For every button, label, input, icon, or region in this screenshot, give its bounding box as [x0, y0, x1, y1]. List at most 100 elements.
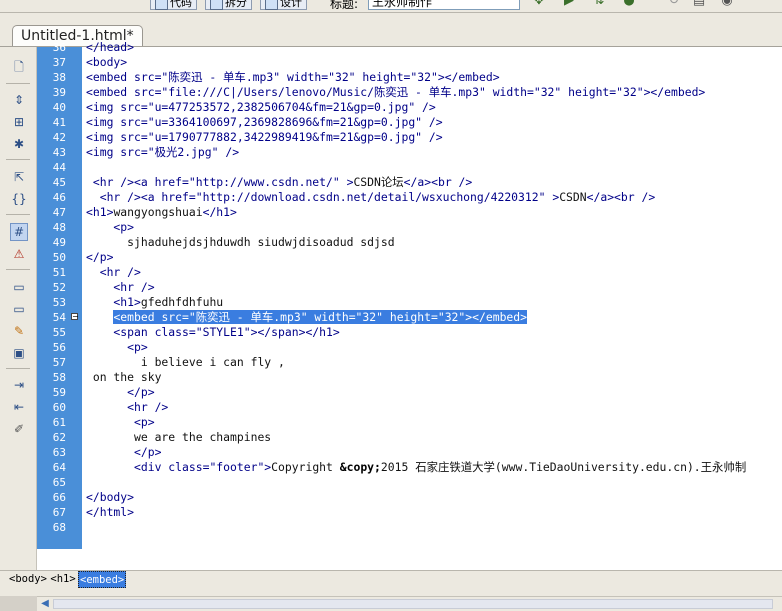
line-number: 67	[52, 506, 66, 519]
code-tag: <embed src="file:///C|/Users/lenovo/Musi…	[86, 85, 706, 99]
code-line[interactable]: <embed src="file:///C|/Users/lenovo/Musi…	[86, 85, 705, 100]
title-input[interactable]: 王永帅制作	[368, 0, 520, 10]
code-tag: <hr />	[86, 400, 169, 414]
code-line[interactable]: <embed src="陈奕迅 - 单车.mp3" width="32" hei…	[86, 310, 527, 325]
split-view-icon	[210, 0, 223, 10]
line-number: 41	[52, 116, 66, 129]
horizontal-scrollbar[interactable]: ◀	[37, 596, 782, 611]
format-source-code-icon[interactable]: ✐	[11, 421, 27, 437]
remove-comment-icon[interactable]: ▭	[11, 301, 27, 317]
code-line[interactable]: <img src="极光2.jpg" />	[86, 145, 239, 160]
code-line[interactable]: </p>	[86, 250, 113, 265]
preview-browser-icon[interactable]: ▶	[560, 0, 578, 8]
code-line[interactable]: </p>	[86, 385, 155, 400]
wrap-tag-icon[interactable]: ✎	[11, 323, 27, 339]
code-editor[interactable]: 🗋 ⇕ ⊞ ✱ ⇱ {} # ⚠ ▭ ▭ ✎ ▣ ⇥ ⇤ ✐ 36 </head>…	[0, 40, 782, 611]
line-number: 46	[52, 191, 66, 204]
code-line[interactable]: <hr /><a href="http://www.csdn.net/" >CS…	[86, 175, 472, 190]
toolbar-divider	[6, 269, 30, 270]
code-line[interactable]: <embed src="陈奕迅 - 单车.mp3" width="32" hei…	[86, 70, 500, 85]
split-view-button[interactable]: 拆分	[205, 0, 252, 10]
line-number: 39	[52, 86, 66, 99]
open-documents-icon[interactable]: 🗋	[11, 59, 27, 75]
code-line[interactable]: <h1>wangyongshuai</h1>	[86, 205, 237, 220]
scrollbar-thumb[interactable]	[53, 599, 773, 609]
collapse-toggle-icon[interactable]: −	[71, 313, 79, 321]
globe-icon[interactable]: ●	[620, 0, 638, 8]
line-number: 51	[52, 266, 66, 279]
code-tag: <hr />	[86, 280, 155, 294]
code-tag: <hr />	[86, 265, 141, 279]
code-tag: </html>	[86, 505, 135, 519]
code-text: Copyright	[271, 460, 340, 474]
tag-selector-item[interactable]: <h1>	[49, 571, 76, 588]
file-management-icon[interactable]: ✥	[530, 0, 548, 8]
code-line[interactable]: </p>	[86, 445, 161, 460]
code-line[interactable]: sjhaduhejdsjhduwdh siudwjdisoadud sdjsd	[86, 235, 395, 250]
code-view-button[interactable]: 代码	[150, 0, 197, 10]
code-line[interactable]: <p>	[86, 415, 155, 430]
code-line[interactable]: <img src="u=3364100697,2369828696&fm=21&…	[86, 115, 443, 130]
code-tag: </p>	[86, 385, 155, 399]
scroll-left-arrow-icon[interactable]: ◀	[39, 597, 51, 611]
code-line[interactable]: <body>	[86, 55, 127, 70]
code-text: sjhaduhejdsjhduwdh siudwjdisoadud sdjsd	[86, 235, 395, 249]
code-line[interactable]: <p>	[86, 220, 134, 235]
code-line[interactable]: <hr /><a href="http://download.csdn.net/…	[86, 190, 656, 205]
code-line[interactable]: <img src="u=1790777882,3422989419&fm=21&…	[86, 130, 443, 145]
code-tag: <h1>	[86, 205, 114, 219]
code-line[interactable]: <img src="u=477253572,2382506704&fm=21&g…	[86, 100, 436, 115]
line-number: 60	[52, 401, 66, 414]
code-tag: </p>	[86, 250, 114, 264]
expand-all-icon[interactable]: ✱	[11, 136, 27, 152]
line-number: 64	[52, 461, 66, 474]
code-line[interactable]: </body>	[86, 490, 134, 505]
visual-aids-icon[interactable]: ◉	[718, 0, 736, 8]
code-line[interactable]: on the sky	[86, 370, 162, 385]
collapse-selection-icon[interactable]: ⊞	[11, 114, 27, 130]
line-numbers-icon[interactable]: #	[11, 224, 27, 240]
refresh-design-icon[interactable]: ⇅	[590, 0, 608, 8]
code-tag: <hr /><a href="http://download.csdn.net/…	[86, 190, 560, 204]
apply-comment-icon[interactable]: ▭	[11, 279, 27, 295]
design-view-button[interactable]: 设计	[260, 0, 307, 10]
line-number: 52	[52, 281, 66, 294]
code-line[interactable]: <p>	[86, 340, 148, 355]
outdent-code-icon[interactable]: ⇤	[11, 399, 27, 415]
select-parent-tag-icon[interactable]: ⇱	[11, 169, 27, 185]
balance-braces-icon[interactable]: {}	[11, 191, 27, 207]
code-line[interactable]: <hr />	[86, 265, 141, 280]
line-number: 66	[52, 491, 66, 504]
code-text: i believe i can fly ,	[86, 355, 285, 369]
code-line[interactable]: <div class="footer">Copyright &copy;2015…	[86, 460, 746, 475]
highlight-invalid-code-icon[interactable]: ⚠	[11, 246, 27, 262]
line-number: 59	[52, 386, 66, 399]
recent-snippets-icon[interactable]: ▣	[11, 345, 27, 361]
code-view-label: 代码	[170, 0, 192, 9]
code-line[interactable]: <hr />	[86, 280, 155, 295]
collapse-full-tag-icon[interactable]: ⇕	[11, 92, 27, 108]
line-number: 43	[52, 146, 66, 159]
code-line[interactable]: <h1>gfedhfdhfuhu	[86, 295, 223, 310]
design-view-icon	[265, 0, 278, 10]
code-line[interactable]: </head>	[86, 40, 134, 55]
code-tag: <p>	[86, 415, 155, 429]
line-number: 68	[52, 521, 66, 534]
view-options-icon[interactable]: ▤	[690, 0, 708, 8]
code-line[interactable]: <span class="STYLE1"></span></h1>	[86, 325, 339, 340]
refresh-icon[interactable]: ↻	[665, 0, 683, 8]
line-number: 40	[52, 101, 66, 114]
tag-selector-item[interactable]: <embed>	[78, 571, 127, 588]
code-view-icon	[155, 0, 168, 10]
tag-selector-item[interactable]: <body>	[8, 571, 48, 588]
line-number: 63	[52, 446, 66, 459]
code-tag: </p>	[86, 445, 162, 459]
code-line[interactable]: <hr />	[86, 400, 168, 415]
indent-code-icon[interactable]: ⇥	[11, 377, 27, 393]
code-area[interactable]: 36 </head> 37 <body> 38 <embed src="陈奕迅 - 单车.…	[37, 40, 782, 550]
code-text: CSDN	[559, 190, 587, 204]
code-line[interactable]: </html>	[86, 505, 134, 520]
code-line[interactable]: i believe i can fly ,	[86, 355, 285, 370]
code-line[interactable]: we are the champines	[86, 430, 271, 445]
